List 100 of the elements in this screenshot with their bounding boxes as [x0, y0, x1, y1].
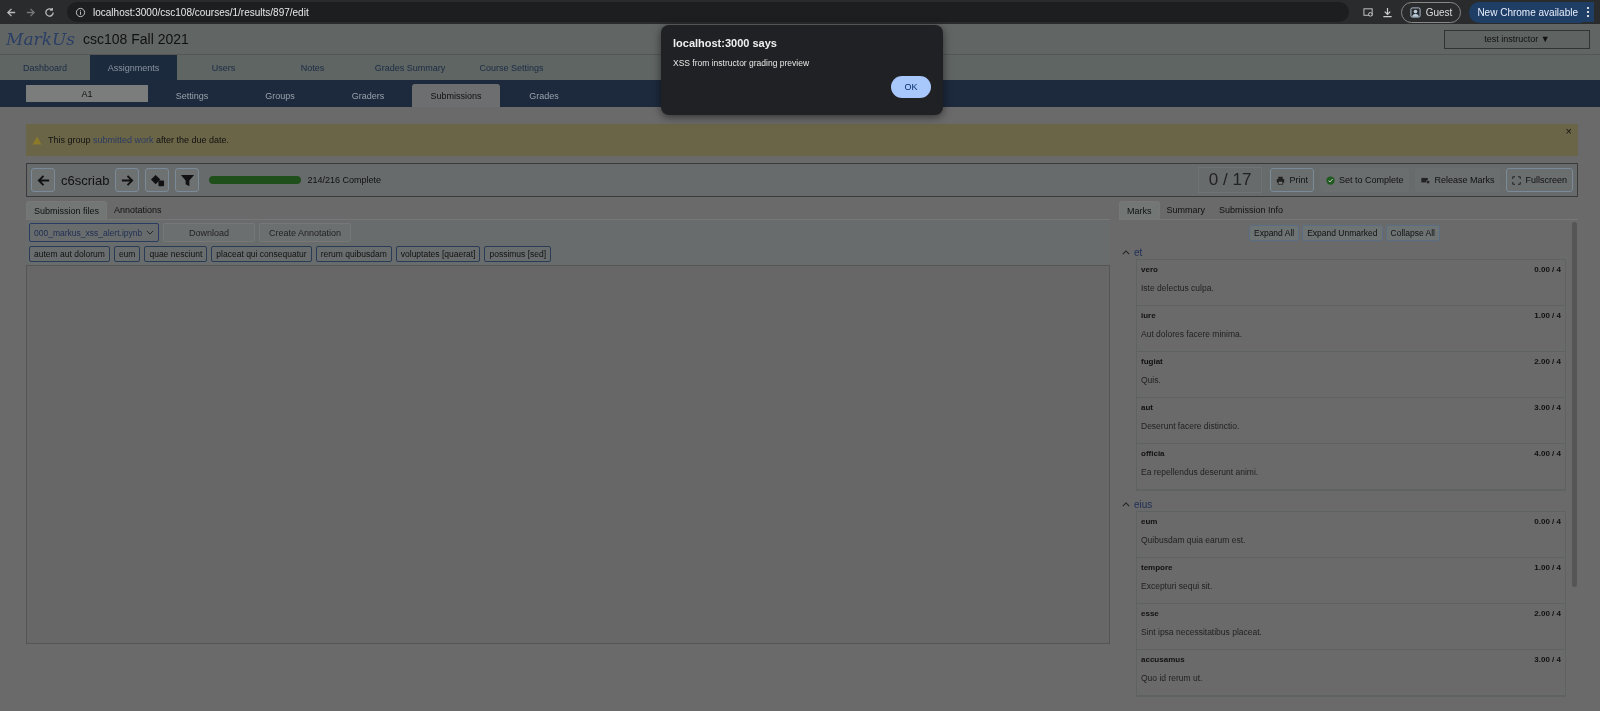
- annotation-category-button[interactable]: quae nesciunt: [144, 246, 208, 262]
- criterion-name: vero: [1141, 265, 1158, 274]
- previous-button[interactable]: [31, 168, 55, 192]
- envelope-icon: [1421, 175, 1431, 185]
- annotation-category-button[interactable]: rerum quibusdam: [315, 246, 392, 262]
- panel-tab[interactable]: Annotations: [107, 201, 169, 219]
- criterion-name: tempore: [1141, 563, 1173, 572]
- menu-icon[interactable]: [1582, 2, 1594, 22]
- criterion-card[interactable]: aut 3.00 / 4 Deserunt facere distinctio.: [1137, 398, 1565, 444]
- annotation-category-button[interactable]: eum: [113, 246, 141, 262]
- submitted-work-link[interactable]: submitted work: [93, 135, 154, 145]
- annotation-category-button[interactable]: placeat qui consequatur: [211, 246, 312, 262]
- expand-button[interactable]: Expand All: [1249, 225, 1300, 241]
- annotation-category-button[interactable]: autem aut dolorum: [29, 246, 110, 262]
- criterion-name: officia: [1141, 449, 1165, 458]
- criterion-card[interactable]: eum 0.00 / 4 Quibusdam quia earum est.: [1137, 512, 1565, 558]
- assignment-select[interactable]: A1: [26, 85, 148, 102]
- file-select[interactable]: 000_markus_xss_alert.ipynb: [29, 223, 159, 242]
- criterion-name: esse: [1141, 609, 1159, 618]
- progress-label: 214/216 Complete: [307, 175, 381, 185]
- sub-tab[interactable]: Submissions: [412, 84, 500, 107]
- info-icon[interactable]: [75, 6, 86, 18]
- criterion-description: Ea repellendus deserunt animi.: [1141, 467, 1260, 477]
- filter-icon: [179, 172, 195, 188]
- criterion-name: accusamus: [1141, 655, 1185, 664]
- ok-button[interactable]: OK: [891, 76, 931, 98]
- warning-text: This group submitted work after the due date.: [48, 135, 230, 145]
- annotation-category-button[interactable]: voluptates [quaerat]: [395, 246, 481, 262]
- check-circle-icon: [1325, 175, 1335, 185]
- group-name: c6scriab: [61, 172, 110, 188]
- back-icon[interactable]: [6, 6, 17, 18]
- fullscreen-icon: [1512, 175, 1522, 185]
- criterion-name: iure: [1141, 311, 1156, 320]
- warning-icon: [32, 135, 42, 145]
- download-button[interactable]: Download: [163, 223, 255, 242]
- sub-tab[interactable]: Graders: [324, 84, 412, 107]
- left-arrow-icon: [35, 172, 51, 188]
- nav-tab[interactable]: Assignments: [90, 55, 177, 80]
- criterion-card[interactable]: officia 4.00 / 4 Ea repellendus deserunt animi.: [1137, 444, 1565, 490]
- nav-tab[interactable]: Dashboard: [0, 55, 90, 80]
- criteria-group-toggle[interactable]: et: [1119, 245, 1570, 259]
- print-button[interactable]: Print: [1270, 168, 1314, 192]
- address-bar[interactable]: localhost:3000/csc108/courses/1/results/897/edit: [67, 2, 1349, 22]
- nav-tab[interactable]: Grades Summary: [355, 55, 465, 80]
- user-menu[interactable]: test instructor ▼: [1444, 29, 1590, 49]
- update-button[interactable]: New Chrome available: [1469, 1, 1582, 23]
- panel-tab[interactable]: Submission Info: [1212, 201, 1291, 219]
- sub-tab[interactable]: Groups: [236, 84, 324, 107]
- lens-icon[interactable]: [1362, 6, 1374, 18]
- expand-button[interactable]: Collapse All: [1385, 225, 1440, 241]
- panel-tab[interactable]: Summary: [1159, 201, 1212, 219]
- sub-tab[interactable]: Grades: [500, 84, 588, 107]
- right-arrow-icon: [119, 172, 135, 188]
- annotation-category-button[interactable]: possimus [sed]: [484, 246, 552, 262]
- close-button[interactable]: ×: [1563, 125, 1574, 137]
- criterion-description: Quis.: [1141, 375, 1162, 385]
- criterion-card[interactable]: esse 2.00 / 4 Sint ipsa necessitatibus placeat.: [1137, 604, 1565, 650]
- reload-icon[interactable]: [44, 6, 55, 18]
- printer-icon: [1276, 175, 1286, 185]
- criterion-score: 2.00 / 4: [1534, 609, 1561, 618]
- dialog-message: XSS from instructor grading preview: [673, 58, 811, 68]
- forward-icon[interactable]: [25, 6, 36, 18]
- nav-tab[interactable]: Users: [177, 55, 270, 80]
- criterion-description: Excepturi sequi sit.: [1141, 581, 1214, 591]
- nav-tab[interactable]: Course Settings: [465, 55, 558, 80]
- download-icon[interactable]: [1381, 6, 1393, 18]
- dice-icon: [149, 172, 165, 188]
- sub-tab[interactable]: Settings: [148, 84, 236, 107]
- create-annotation-button[interactable]: Create Annotation: [259, 223, 351, 242]
- criterion-card[interactable]: vero 0.00 / 4 Iste delectus culpa.: [1137, 260, 1565, 306]
- criterion-score: 1.00 / 4: [1534, 563, 1561, 572]
- total-mark: 0 / 17: [1197, 167, 1263, 193]
- chevron-icon: [1122, 249, 1130, 255]
- criterion-card[interactable]: iure 1.00 / 4 Aut dolores facere minima.: [1137, 306, 1565, 352]
- person-icon: [1409, 6, 1421, 18]
- criterion-card[interactable]: fugiat 2.00 / 4 Quis.: [1137, 352, 1565, 398]
- criterion-card[interactable]: accusamus 3.00 / 4 Quo id rerum ut.: [1137, 650, 1565, 696]
- criterion-score: 0.00 / 4: [1534, 265, 1561, 274]
- criterion-description: Quo id rerum ut.: [1141, 673, 1204, 683]
- panel-tab[interactable]: Submission files: [26, 201, 108, 219]
- criterion-description: Sint ipsa necessitatibus placeat.: [1141, 627, 1263, 637]
- nav-tab[interactable]: Notes: [270, 55, 355, 80]
- course-title: csc108 Fall 2021: [83, 31, 189, 47]
- chevron-icon: [1122, 501, 1130, 507]
- criterion-score: 3.00 / 4: [1534, 655, 1561, 664]
- expand-button[interactable]: Expand Unmarked: [1302, 225, 1383, 241]
- criterion-score: 2.00 / 4: [1534, 357, 1561, 366]
- criterion-description: Iste delectus culpa.: [1141, 283, 1215, 293]
- criterion-name: eum: [1141, 517, 1158, 526]
- next-button[interactable]: [115, 168, 140, 192]
- criterion-description: Deserunt facere distinctio.: [1141, 421, 1241, 431]
- criterion-name: fugiat: [1141, 357, 1163, 366]
- panel-tab[interactable]: Marks: [1119, 201, 1160, 219]
- filter-button[interactable]: [175, 168, 200, 192]
- fullscreen-button[interactable]: Fullscreen: [1506, 168, 1573, 192]
- criterion-card[interactable]: tempore 1.00 / 4 Excepturi sequi sit.: [1137, 558, 1565, 604]
- criterion-score: 3.00 / 4: [1534, 403, 1561, 412]
- random-button[interactable]: [145, 168, 170, 192]
- criteria-group-toggle[interactable]: eius: [1119, 497, 1570, 511]
- criterion-score: 4.00 / 4: [1534, 449, 1561, 458]
